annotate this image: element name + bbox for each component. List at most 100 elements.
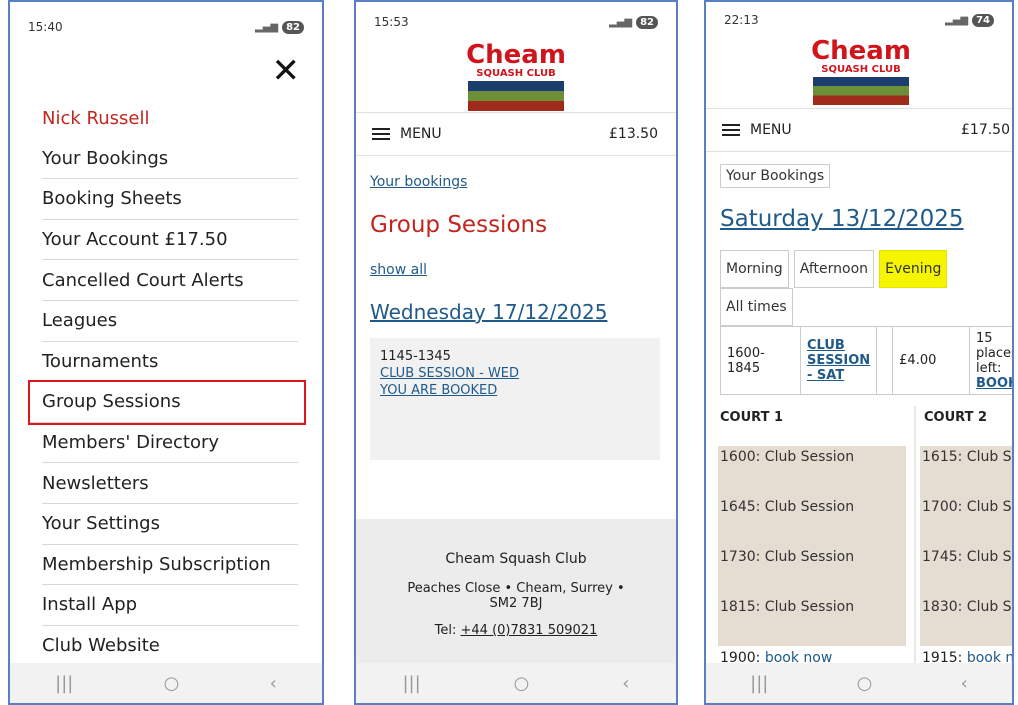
home-icon[interactable]: ○	[164, 673, 180, 694]
court-2-slot[interactable]: 1700: Club Session	[920, 496, 1012, 546]
android-nav-bar: ||| ○ ‹	[10, 663, 322, 703]
phone-booking-sheet-screen: 22:13 ▂▄▆ 74 Cheam SQUASH CLUB MENU £17.…	[704, 0, 1014, 705]
footer-club-name: Cheam Squash Club	[445, 551, 587, 567]
recents-icon[interactable]: |||	[402, 673, 420, 694]
account-balance[interactable]: £17.50	[961, 122, 1010, 138]
status-bar: 15:53 ▂▄▆ 82	[356, 2, 676, 42]
filter-all-times[interactable]: All times	[720, 288, 793, 326]
footer-tel: Tel: +44 (0)7831 509021	[356, 623, 676, 638]
menu-bar: MENU £17.50	[706, 108, 1012, 152]
row-session-link[interactable]: CLUB SESSION - SAT	[807, 338, 870, 383]
row-session-cell: CLUB SESSION - SAT	[799, 326, 878, 395]
back-icon[interactable]: ‹	[270, 673, 277, 694]
menu-newsletters[interactable]: Newsletters	[42, 463, 298, 504]
session-date[interactable]: Wednesday 17/12/2025	[370, 300, 660, 324]
close-icon[interactable]: ✕	[272, 54, 301, 88]
footer-tel-link[interactable]: +44 (0)7831 509021	[461, 623, 598, 638]
session-time: 1145-1345	[380, 349, 451, 364]
menu-your-bookings[interactable]: Your Bookings	[42, 139, 298, 180]
battery-icon: 82	[282, 20, 304, 34]
filter-evening[interactable]: Evening	[879, 250, 948, 288]
your-bookings-button[interactable]: Your Bookings	[720, 164, 831, 188]
session-card: 1145-1345 CLUB SESSION - WED YOU ARE BOO…	[370, 338, 660, 460]
session-table: 1600-1845 CLUB SESSION - SAT £4.00 15 pl…	[720, 326, 1014, 395]
menu-members-directory[interactable]: Members' Directory	[42, 423, 298, 464]
menu-your-settings[interactable]: Your Settings	[42, 504, 298, 545]
signal-icon: ▂▄▆	[945, 14, 969, 26]
row-places: 15 places left: BOOK	[969, 326, 1014, 395]
sheet-date[interactable]: Saturday 13/12/2025	[720, 206, 964, 232]
court-1-slot[interactable]: 1815: Club Session	[718, 596, 906, 646]
menu-label: MENU	[400, 126, 442, 142]
menu-club-website[interactable]: Club Website	[42, 626, 298, 667]
recents-icon[interactable]: |||	[750, 673, 768, 694]
court-1-heading: COURT 1	[720, 410, 784, 425]
link-your-bookings[interactable]: Your bookings	[370, 174, 467, 190]
hamburger-icon	[372, 128, 390, 140]
your-bookings-wrap: Your Bookings	[720, 164, 831, 188]
logo-stripes	[813, 77, 909, 105]
court-1-slot[interactable]: 1730: Club Session	[718, 546, 906, 596]
court-2-slot[interactable]: 1745: Club Session	[920, 546, 1012, 596]
logo-stripes	[468, 81, 564, 111]
menu-toggle[interactable]: MENU	[722, 122, 792, 138]
menu-leagues[interactable]: Leagues	[42, 301, 298, 342]
court-2-slot[interactable]: 1830: Club Session	[920, 596, 1012, 646]
status-bar: 22:13 ▂▄▆ 74	[706, 2, 1012, 38]
page-title: Group Sessions	[370, 212, 548, 238]
back-icon[interactable]: ‹	[622, 673, 629, 694]
phone-menu-screen: 15:40 ▂▄▆ 82 ✕ Nick Russell Your Booking…	[8, 0, 324, 705]
filter-afternoon[interactable]: Afternoon	[793, 250, 875, 288]
link-show-all[interactable]: show all	[370, 262, 427, 278]
court-2-slot[interactable]: 1615: Club Session	[920, 446, 1012, 496]
row-time: 1600-1845	[720, 326, 801, 395]
show-all-wrap: show all	[370, 262, 660, 278]
session-name-link[interactable]: CLUB SESSION - WED	[380, 365, 650, 382]
signal-icon: ▂▄▆	[609, 16, 633, 28]
home-icon[interactable]: ○	[857, 673, 873, 694]
status-bar: 15:40 ▂▄▆ 82	[10, 2, 322, 52]
row-places-text: 15 places left:	[976, 330, 1014, 376]
status-time: 22:13	[724, 13, 759, 27]
status-icons: ▂▄▆ 74	[945, 13, 994, 27]
menu-cancelled-court-alerts[interactable]: Cancelled Court Alerts	[42, 260, 298, 301]
home-icon[interactable]: ○	[514, 673, 530, 694]
menu-install-app[interactable]: Install App	[42, 585, 298, 626]
row-book-link[interactable]: BOOK	[976, 376, 1012, 391]
footer-address-2: SM2 7BJ	[489, 596, 543, 611]
footer-address-1: Peaches Close • Cheam, Surrey •	[407, 581, 625, 596]
menu-membership-subscription[interactable]: Membership Subscription	[42, 545, 298, 586]
court-1-slot[interactable]: 1600: Club Session	[718, 446, 906, 496]
hamburger-icon	[722, 124, 740, 136]
court-2-heading: COURT 2	[924, 410, 988, 425]
logo-subtitle: SQUASH CLUB	[811, 64, 911, 75]
menu-booking-sheets[interactable]: Booking Sheets	[42, 179, 298, 220]
signal-icon: ▂▄▆	[255, 21, 279, 33]
filter-morning[interactable]: Morning	[720, 250, 789, 288]
menu-group-sessions[interactable]: Group Sessions	[28, 380, 306, 425]
nav-menu: Nick Russell Your Bookings Booking Sheet…	[28, 98, 306, 667]
android-nav-bar: ||| ○ ‹	[356, 663, 676, 703]
account-balance[interactable]: £13.50	[609, 126, 658, 142]
menu-user-name[interactable]: Nick Russell	[42, 98, 298, 139]
court-divider	[914, 406, 916, 666]
status-icons: ▂▄▆ 82	[255, 20, 304, 34]
menu-tournaments[interactable]: Tournaments	[42, 342, 298, 383]
menu-label: MENU	[750, 122, 792, 138]
club-logo[interactable]: Cheam SQUASH CLUB	[466, 42, 566, 111]
status-time: 15:53	[374, 15, 409, 29]
recents-icon[interactable]: |||	[55, 673, 73, 694]
android-nav-bar: ||| ○ ‹	[706, 663, 1012, 703]
back-icon[interactable]: ‹	[961, 673, 968, 694]
session-status-link[interactable]: YOU ARE BOOKED	[380, 382, 650, 399]
court-1-slot[interactable]: 1645: Club Session	[718, 496, 906, 546]
battery-icon: 82	[636, 15, 658, 29]
menu-toggle[interactable]: MENU	[372, 126, 442, 142]
row-spacer	[876, 326, 894, 395]
status-icons: ▂▄▆ 82	[609, 15, 658, 29]
row-price: £4.00	[892, 326, 970, 395]
menu-your-account[interactable]: Your Account £17.50	[42, 220, 298, 261]
logo-subtitle: SQUASH CLUB	[466, 68, 566, 79]
club-logo[interactable]: Cheam SQUASH CLUB	[811, 38, 911, 105]
battery-icon: 74	[972, 13, 994, 27]
